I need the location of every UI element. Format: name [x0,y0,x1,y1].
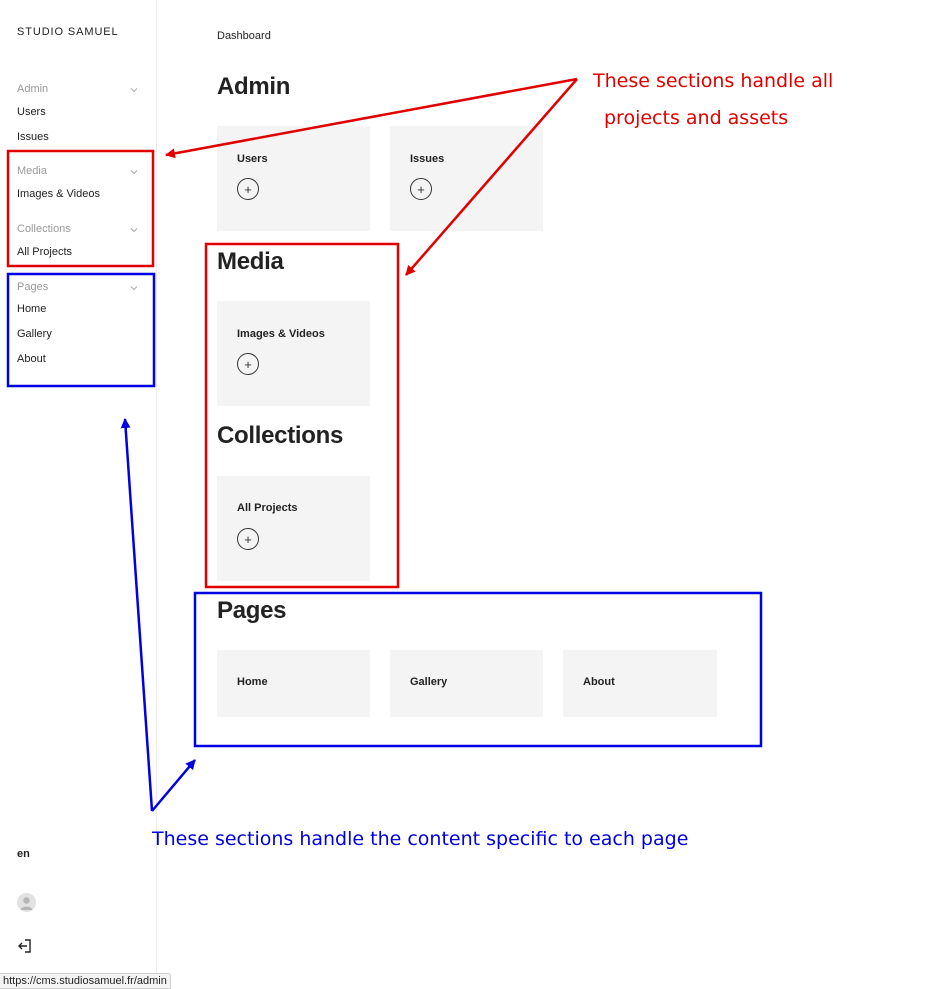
logout-icon[interactable] [17,938,33,954]
chevron-down-icon[interactable] [130,168,138,176]
section-title-collections: Collections [217,422,344,449]
nav-group-collections[interactable]: Collections [17,223,71,235]
chevron-down-icon[interactable] [130,284,138,292]
sidebar-item-issues[interactable]: Issues [17,131,49,143]
card-title: Images & Videos [237,328,325,340]
section-title-pages: Pages [217,597,287,624]
card-title: About [583,676,615,688]
card-images-videos[interactable]: Images & Videos + [217,301,370,406]
nav-group-admin[interactable]: Admin [17,83,48,95]
section-title-admin: Admin [217,73,291,100]
annotation-text-red-line1: These sections handle all [593,70,834,92]
add-button[interactable]: + [410,178,432,200]
add-button[interactable]: + [237,528,259,550]
status-url: https://cms.studiosamuel.fr/admin [0,973,171,989]
annotation-text-red-line2: projects and assets [604,107,789,129]
sidebar-item-all-projects[interactable]: All Projects [17,246,72,258]
sidebar: STUDIO SAMUEL Admin Users Issues Media I… [0,0,157,989]
chevron-down-icon[interactable] [130,86,138,94]
card-title: All Projects [237,502,298,514]
card-title: Gallery [410,676,448,688]
card-users[interactable]: Users + [217,126,370,231]
language-switcher[interactable]: en [17,848,30,860]
card-about[interactable]: About [563,650,717,717]
chevron-down-icon[interactable] [130,226,138,234]
avatar[interactable] [17,893,36,912]
sidebar-item-users[interactable]: Users [17,106,46,118]
nav-group-pages[interactable]: Pages [17,281,48,293]
sidebar-item-images-videos[interactable]: Images & Videos [17,188,100,200]
sidebar-item-home[interactable]: Home [17,303,46,315]
breadcrumb[interactable]: Dashboard [217,30,271,42]
card-title: Users [237,153,268,165]
add-button[interactable]: + [237,353,259,375]
brand-logo[interactable]: STUDIO SAMUEL [17,26,119,38]
sidebar-item-about[interactable]: About [17,353,46,365]
annotation-text-blue: These sections handle the content specif… [152,828,689,850]
card-issues[interactable]: Issues + [390,126,543,231]
section-title-media: Media [217,248,284,275]
card-title: Home [237,676,268,688]
add-button[interactable]: + [237,178,259,200]
user-icon [20,897,33,910]
card-all-projects[interactable]: All Projects + [217,476,370,581]
nav-group-media[interactable]: Media [17,165,47,177]
annotation-arrow-blue [151,759,196,812]
sidebar-item-gallery[interactable]: Gallery [17,328,52,340]
card-title: Issues [410,153,445,165]
card-gallery[interactable]: Gallery [390,650,543,717]
card-home[interactable]: Home [217,650,370,717]
